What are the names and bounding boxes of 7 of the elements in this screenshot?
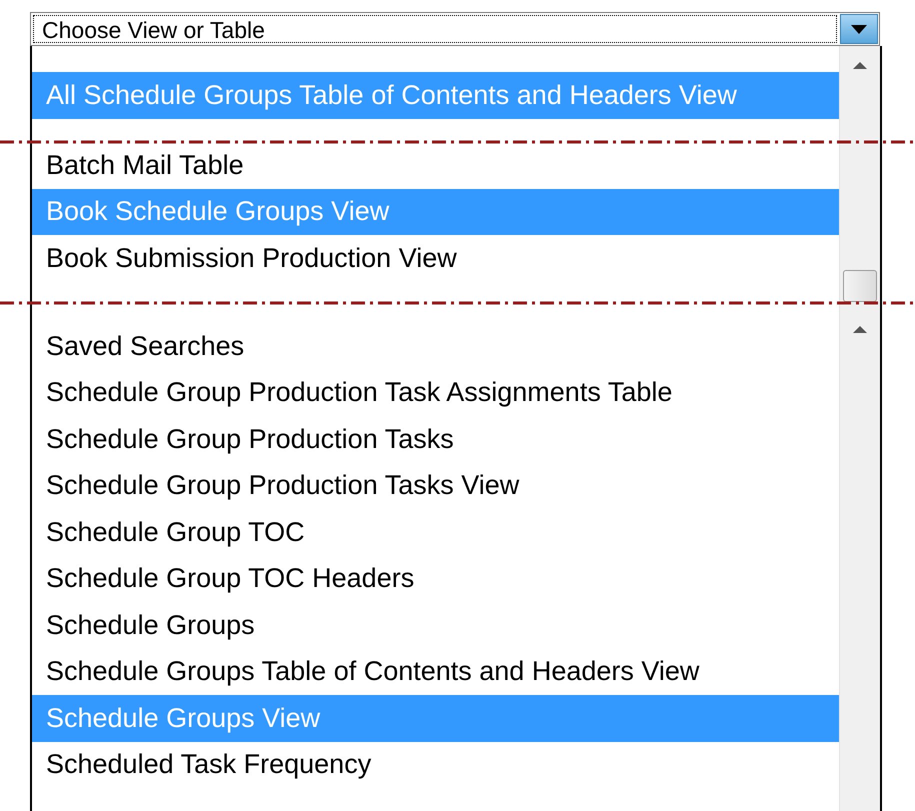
dropdown-caret-icon <box>851 24 867 34</box>
dropdown-value: Choose View or Table <box>33 15 837 43</box>
scroll-up-icon[interactable] <box>852 60 868 70</box>
view-table-dropdown[interactable]: Choose View or Table <box>30 12 880 46</box>
scrollbar-thumb[interactable] <box>843 270 877 302</box>
dropdown-button[interactable] <box>840 14 878 44</box>
scroll-up-icon[interactable] <box>852 324 868 334</box>
